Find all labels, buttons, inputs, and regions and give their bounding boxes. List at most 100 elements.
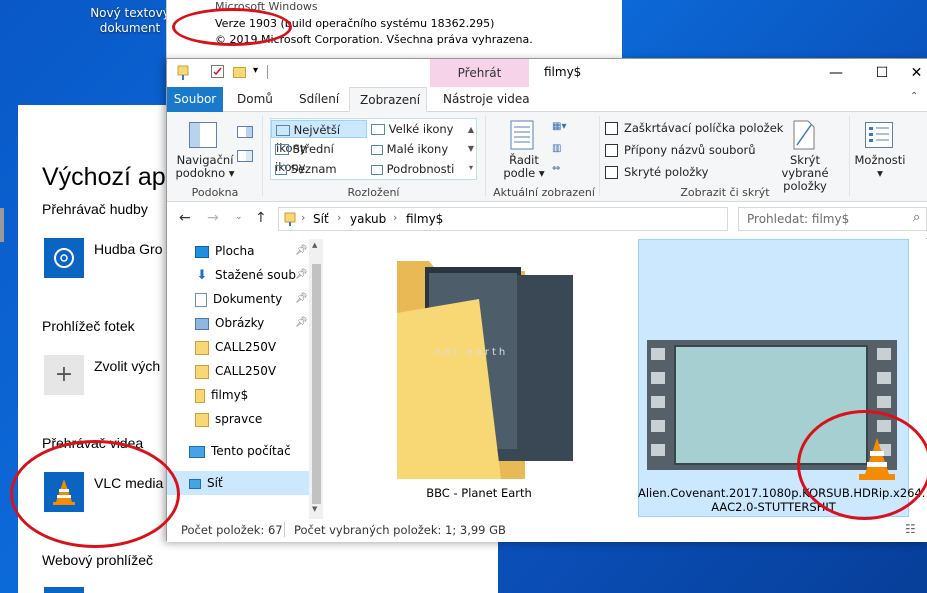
hidden-items-checkbox[interactable] — [605, 166, 618, 179]
annotation-ring-vlc-icon — [797, 410, 927, 520]
layout-list[interactable]: Seznam — [271, 160, 367, 178]
tab-file[interactable]: Soubor — [167, 87, 223, 112]
search-box[interactable]: Prohledat: filmy$ ⌕ — [738, 207, 927, 231]
recent-locations-chevron-icon[interactable]: ⌄ — [235, 212, 243, 222]
divider — [284, 522, 285, 537]
breadcrumb-network[interactable]: Síť — [313, 212, 329, 226]
nav-label: Dokumenty — [213, 292, 283, 306]
options-icon[interactable] — [865, 122, 893, 148]
large-icons-icon — [371, 124, 385, 135]
maximize-button[interactable]: ☐ — [859, 61, 905, 85]
options-button[interactable]: Možnosti ▾ — [851, 154, 909, 180]
collapse-ribbon-icon[interactable]: ⌃ — [910, 91, 918, 102]
pin-icon[interactable]: 📌︎ — [295, 317, 308, 328]
layout-details[interactable]: Podrobnosti — [369, 160, 465, 178]
item-checkboxes-label[interactable]: Zaškrtávací políčka položek — [624, 121, 783, 135]
search-placeholder: Prohledat: filmy$ — [747, 212, 850, 226]
item-count: Počet položek: 67 — [181, 523, 283, 537]
scroll-thumb[interactable] — [312, 264, 321, 504]
nav-item-documents[interactable]: Dokumenty — [195, 287, 282, 311]
layout-extra-large-icons[interactable]: Největší ikony — [271, 120, 367, 155]
file-extensions-label[interactable]: Přípony názvů souborů — [624, 143, 756, 157]
group-by-icon[interactable]: ▦▾ — [552, 121, 566, 132]
close-button[interactable]: ✕ — [905, 61, 927, 85]
nav-label: filmy$ — [211, 388, 249, 402]
add-columns-icon[interactable]: ▥ — [552, 143, 561, 154]
details-pane-icon[interactable] — [237, 150, 253, 162]
title-bar[interactable]: ▾ Přehrát filmy$ — ☐ ✕ — [167, 59, 927, 88]
nav-item-network[interactable]: Síť — [189, 471, 223, 495]
layout-medium-icons[interactable]: Střední ikony — [271, 140, 367, 174]
layout-small-icons[interactable]: Malé ikony — [369, 140, 465, 158]
sort-by-button[interactable]: Řadit podle ▾ — [499, 154, 549, 180]
breadcrumb-yakub[interactable]: yakub — [350, 212, 386, 226]
browser-app-tile[interactable] — [44, 587, 84, 593]
size-columns-icon[interactable]: ⇔ — [552, 163, 560, 174]
minimize-button[interactable]: — — [813, 61, 859, 85]
sort-label-2: podle — [503, 166, 536, 180]
tab-play-context[interactable]: Přehrát — [430, 59, 529, 88]
nav-item-call250v-1[interactable]: CALL250V — [195, 335, 276, 359]
nav-item-pictures[interactable]: Obrázky — [195, 311, 264, 335]
nav-item-filmy[interactable]: filmy$ — [195, 383, 248, 407]
nav-label: Síť — [207, 476, 223, 490]
navigation-pane-icon[interactable] — [189, 122, 217, 148]
properties-icon[interactable] — [211, 65, 224, 78]
layout-large-icons[interactable]: Velké ikony — [369, 120, 465, 138]
pin-icon[interactable]: 📌︎ — [295, 245, 308, 256]
photo-app-name[interactable]: Zvolit vých — [94, 358, 160, 374]
folder-pin-icon[interactable] — [177, 65, 189, 80]
sort-by-icon[interactable] — [510, 120, 536, 152]
tab-view[interactable]: Zobrazení — [349, 87, 427, 112]
group-current-view-label: Aktuální zobrazení — [493, 186, 595, 199]
scroll-down-icon[interactable]: ▼ — [312, 505, 317, 513]
web-browser-label: Webový prohlížeč — [42, 552, 154, 568]
groove-music-icon[interactable] — [44, 238, 84, 278]
layout-label: Velké ikony — [388, 122, 454, 136]
folder-icon — [195, 364, 209, 379]
search-icon[interactable]: ⌕ — [913, 210, 920, 225]
group-separator — [599, 116, 600, 196]
tab-home[interactable]: Domů — [227, 87, 283, 112]
new-folder-icon[interactable] — [233, 65, 246, 78]
layout-scroll[interactable]: ▲ ▼ ▾ — [465, 120, 477, 178]
music-player-label: Přehrávač hudby — [42, 201, 148, 217]
nav-label: Obrázky — [215, 316, 265, 330]
pin-icon[interactable]: 📌︎ — [295, 293, 308, 304]
breadcrumb-filmy[interactable]: filmy$ — [406, 212, 443, 226]
up-arrow-icon[interactable]: ↑ — [255, 210, 267, 226]
back-arrow-icon[interactable]: ← — [179, 210, 191, 226]
hidden-items-label[interactable]: Skryté položky — [624, 165, 708, 179]
item-name-bbc[interactable]: BBC - Planet Earth — [394, 486, 564, 500]
settings-nav-marker — [0, 208, 4, 242]
ribbon-tabs: Soubor Domů Sdílení Zobrazení Nástroje v… — [167, 87, 927, 112]
nav-item-this-pc[interactable]: Tento počítač — [189, 439, 291, 463]
details-view-icon[interactable]: ☷ — [905, 522, 916, 536]
tab-video-tools[interactable]: Nástroje videa — [433, 87, 540, 112]
folder-bbc-planet-earth[interactable]: net earth — [389, 253, 589, 483]
scroll-up-icon[interactable]: ▲ — [312, 241, 317, 249]
item-checkboxes-checkbox[interactable] — [605, 122, 618, 135]
tab-share[interactable]: Sdílení — [289, 87, 349, 112]
hide-selected-icon[interactable] — [793, 120, 815, 150]
details-icon — [371, 164, 383, 175]
nav-item-desktop[interactable]: Plocha — [195, 239, 254, 263]
file-extensions-checkbox[interactable] — [605, 144, 618, 157]
music-app-name[interactable]: Hudba Gro — [94, 241, 162, 257]
computer-icon — [189, 445, 205, 458]
quick-access-dropdown-icon[interactable]: ▾ — [253, 65, 258, 76]
breadcrumb-separator: › — [301, 211, 306, 224]
address-bar[interactable]: › Síť › yakub › filmy$ — [278, 207, 728, 231]
desktop-icon-label[interactable]: Nový textový dokument — [85, 6, 175, 36]
status-bar: Počet položek: 67 Počet vybraných polože… — [167, 519, 927, 542]
forward-arrow-icon[interactable]: → — [207, 210, 219, 226]
nav-item-spravce[interactable]: spravce — [195, 407, 262, 431]
breadcrumb-separator: › — [337, 211, 342, 224]
annotation-ring-vlc-setting — [10, 440, 180, 548]
navigation-pane-button[interactable]: Navigační podokno ▾ — [175, 154, 235, 180]
nav-item-call250v-2[interactable]: CALL250V — [195, 359, 276, 383]
plus-icon[interactable]: + — [44, 355, 84, 395]
preview-pane-icon[interactable] — [237, 126, 253, 138]
nav-item-downloads[interactable]: ⬇ Stažené soub — [195, 263, 296, 287]
pin-icon[interactable]: 📌︎ — [295, 269, 308, 280]
